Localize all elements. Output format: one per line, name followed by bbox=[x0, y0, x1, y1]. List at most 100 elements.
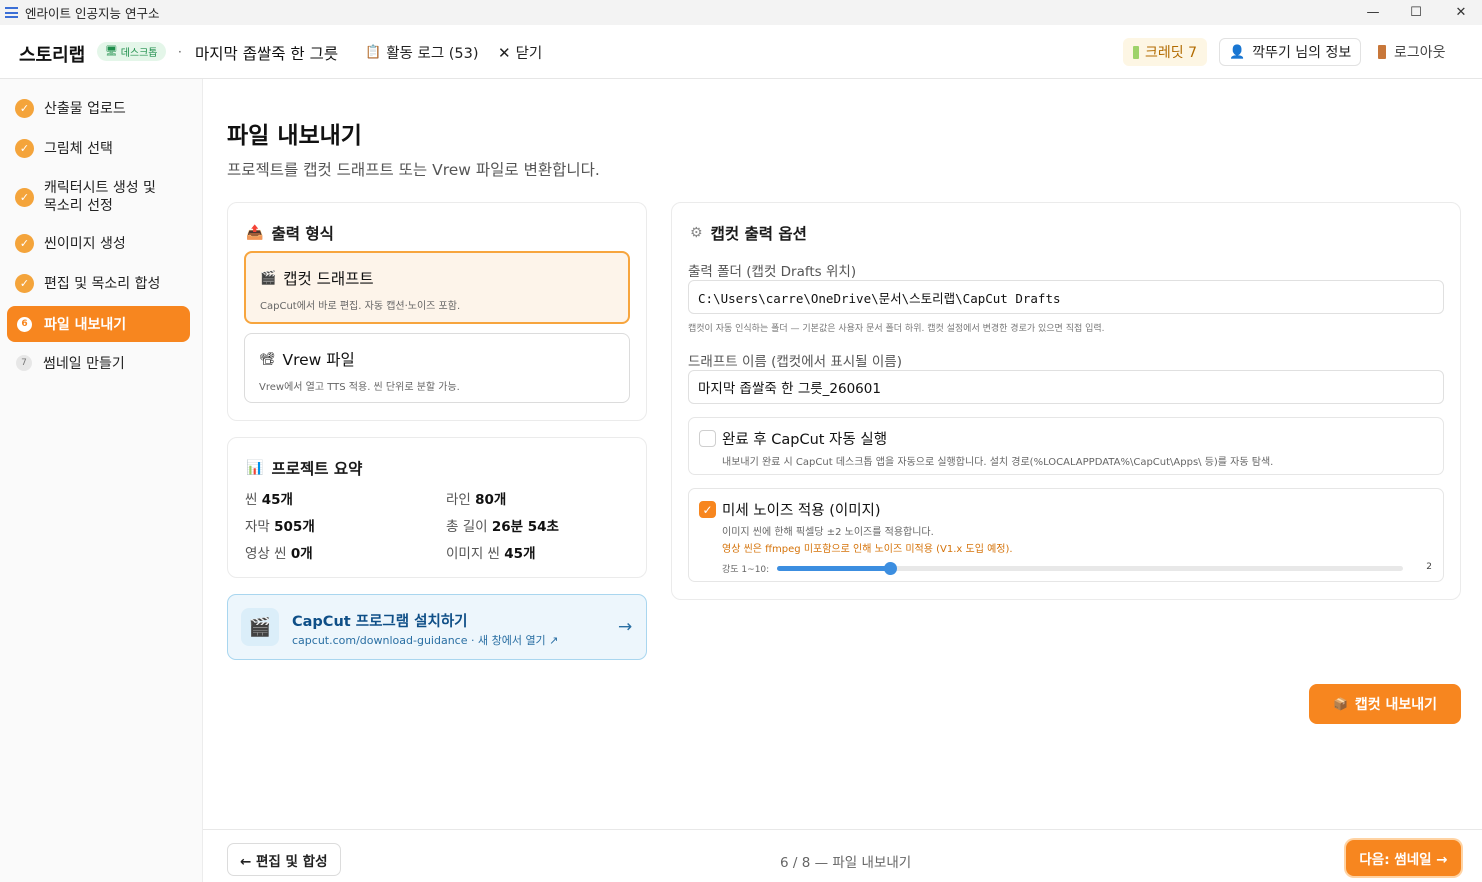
slider-track[interactable] bbox=[777, 562, 1403, 575]
output-folder-input[interactable]: C:\Users\carre\OneDrive\문서\스토리랩\CapCut D… bbox=[688, 280, 1444, 314]
project-name: 마지막 좁쌀죽 한 그릇 bbox=[195, 45, 339, 63]
summary-value: 45개 bbox=[504, 546, 536, 562]
draft-name-label: 드래프트 이름 (캡컷에서 표시될 이름) bbox=[688, 354, 902, 370]
app-icon bbox=[5, 7, 18, 18]
sidebar-item-label: 그림체 선택 bbox=[44, 141, 113, 157]
video-camera-icon: 📽 bbox=[259, 351, 276, 367]
summary-video-scenes: 영상 씬 0개 bbox=[245, 542, 313, 562]
step-indicator: 6 / 8 — 파일 내보내기 bbox=[780, 855, 912, 871]
project-summary-card: 📊 프로젝트 요약 씬 45개 라인 80개 자막 505개 총 길이 26분 5… bbox=[227, 437, 647, 578]
draft-name-input[interactable]: 마지막 좁쌀죽 한 그릇_260601 bbox=[688, 370, 1444, 404]
noise-title: 미세 노이즈 적용 (이미지) bbox=[722, 503, 881, 519]
window-titlebar: 엔라이트 인공지능 연구소 — ☐ ✕ bbox=[0, 0, 1482, 25]
sidebar-item-edit[interactable]: ✓ 편집 및 목소리 합성 bbox=[7, 272, 190, 294]
credit-badge[interactable]: 크레딧 7 bbox=[1123, 38, 1207, 66]
minimize-button[interactable]: — bbox=[1350, 0, 1396, 25]
output-format-title: 📤 출력 형식 bbox=[246, 222, 334, 244]
check-icon: ✓ bbox=[15, 187, 34, 207]
door-icon bbox=[1378, 45, 1386, 59]
summary-label: 자막 bbox=[245, 519, 270, 535]
app-header: 스토리랩 🖥 데스크톱 · 마지막 좁쌀죽 한 그릇 📋 활동 로그 (53) ✕ 닫… bbox=[0, 25, 1482, 79]
install-capcut-title: CapCut 프로그램 설치하기 bbox=[292, 614, 468, 630]
noise-checkbox[interactable]: ✓ bbox=[699, 501, 716, 518]
sidebar-item-label: 썸네일 만들기 bbox=[43, 356, 125, 372]
sidebar: ✓ 산출물 업로드 ✓ 그림체 선택 ✓ 캐릭터시트 생성 및 목소리 선정 ✓ 씬이미… bbox=[0, 79, 203, 882]
header-separator: · bbox=[178, 45, 182, 59]
activity-log-link[interactable]: 📋 활동 로그 (53) bbox=[365, 42, 479, 63]
capcut-export-label: 캡컷 내보내기 bbox=[1354, 697, 1438, 713]
folder-label: 출력 폴더 (캡컷 Drafts 위치) bbox=[688, 264, 857, 280]
sidebar-item-label: 편집 및 목소리 합성 bbox=[44, 276, 161, 292]
export-icon: 📤 bbox=[246, 225, 264, 241]
summary-value: 0개 bbox=[290, 546, 313, 562]
desktop-badge: 🖥 데스크톱 bbox=[97, 42, 166, 61]
capcut-options-card: ⚙ 캡컷 출력 옵션 출력 폴더 (캡컷 Drafts 위치) C:\Users\… bbox=[671, 202, 1461, 600]
sidebar-item-label: 캐릭터시트 생성 및 목소리 선정 bbox=[44, 180, 156, 214]
window-close-button[interactable]: ✕ bbox=[1438, 0, 1482, 25]
check-icon: ✓ bbox=[15, 233, 34, 253]
capcut-options-title-text: 캡컷 출력 옵션 bbox=[710, 225, 807, 243]
capcut-draft-label: 캡컷 드래프트 bbox=[283, 270, 374, 288]
autorun-checkbox[interactable] bbox=[699, 430, 716, 447]
noise-option: ✓ 미세 노이즈 적용 (이미지) 이미지 씬에 한해 픽셀당 ±2 노이즈를 … bbox=[688, 488, 1444, 582]
user-info-button[interactable]: 👤 깍뚜기 님의 정보 bbox=[1219, 38, 1362, 66]
output-format-title-text: 출력 형식 bbox=[271, 225, 334, 243]
gear-icon: ⚙ bbox=[690, 225, 703, 241]
sidebar-item-upload[interactable]: ✓ 산출물 업로드 bbox=[7, 97, 190, 119]
sidebar-item-character[interactable]: ✓ 캐릭터시트 생성 및 목소리 선정 bbox=[7, 177, 190, 217]
sidebar-item-style[interactable]: ✓ 그림체 선택 bbox=[7, 137, 190, 159]
vrew-file-desc: Vrew에서 열고 TTS 적용. 씬 단위로 분할 가능. bbox=[259, 382, 460, 393]
close-project-button[interactable]: ✕ 닫기 bbox=[498, 42, 542, 63]
summary-title: 📊 프로젝트 요약 bbox=[246, 457, 362, 479]
summary-image-scenes: 이미지 씬 45개 bbox=[446, 542, 536, 562]
user-icon: 👤 bbox=[1229, 44, 1246, 60]
slider-thumb[interactable] bbox=[884, 562, 897, 575]
back-button[interactable]: ← 편집 및 합성 bbox=[227, 843, 341, 876]
sidebar-item-label: 파일 내보내기 bbox=[44, 317, 127, 333]
capcut-options-title: ⚙ 캡컷 출력 옵션 bbox=[690, 222, 807, 244]
close-project-label: 닫기 bbox=[515, 46, 543, 62]
sidebar-item-label: 씬이미지 생성 bbox=[44, 236, 126, 252]
page-subtitle: 프로젝트를 캡컷 드래프트 또는 Vrew 파일로 변환합니다. bbox=[227, 161, 600, 179]
check-icon: ✓ bbox=[15, 98, 34, 118]
sidebar-item-label: 산출물 업로드 bbox=[44, 101, 126, 117]
noise-warning: 영상 씬은 ffmpeg 미포함으로 인해 노이즈 미적용 (V1.x 도입 예… bbox=[722, 544, 1013, 555]
sidebar-item-thumbnail[interactable]: 7 썸네일 만들기 bbox=[7, 352, 190, 374]
summary-label: 씬 bbox=[245, 492, 258, 508]
capcut-draft-option[interactable]: 🎬 캡컷 드래프트 CapCut에서 바로 편집. 자동 캡션·노이즈 포함. bbox=[244, 251, 630, 324]
summary-title-text: 프로젝트 요약 bbox=[271, 460, 363, 478]
clapperboard-icon: 🎬 bbox=[260, 270, 277, 286]
strength-value: 2 bbox=[1426, 562, 1432, 572]
vrew-file-title: 📽 Vrew 파일 bbox=[259, 348, 355, 370]
logout-label: 로그아웃 bbox=[1394, 45, 1446, 61]
arrow-right-icon: → bbox=[618, 617, 633, 637]
box-icon: 📦 bbox=[1332, 697, 1348, 711]
clipboard-icon: 📋 bbox=[365, 45, 382, 60]
check-icon: ✓ bbox=[15, 273, 34, 293]
brand-logo[interactable]: 스토리랩 bbox=[19, 41, 85, 67]
clapperboard-icon: 🎬 bbox=[241, 608, 279, 646]
install-capcut-card[interactable]: 🎬 CapCut 프로그램 설치하기 capcut.com/download-g… bbox=[227, 594, 647, 660]
autorun-title: 완료 후 CapCut 자동 실행 bbox=[722, 432, 888, 448]
step-number: 7 bbox=[16, 355, 32, 371]
main-content: 파일 내보내기 프로젝트를 캡컷 드래프트 또는 Vrew 파일로 변환합니다.… bbox=[203, 79, 1482, 882]
install-capcut-link: capcut.com/download-guidance · 새 창에서 열기 … bbox=[292, 634, 559, 647]
summary-value: 80개 bbox=[475, 492, 507, 508]
summary-lines: 라인 80개 bbox=[446, 488, 506, 508]
summary-label: 영상 씬 bbox=[245, 546, 287, 562]
noise-desc: 이미지 씬에 한해 픽셀당 ±2 노이즈를 적용합니다. bbox=[722, 527, 934, 538]
logout-button[interactable]: 로그아웃 bbox=[1378, 42, 1446, 62]
summary-duration: 총 길이 26분 54초 bbox=[446, 515, 559, 535]
vrew-file-option[interactable]: 📽 Vrew 파일 Vrew에서 열고 TTS 적용. 씬 단위로 분할 가능. bbox=[244, 333, 630, 403]
bar-chart-icon: 📊 bbox=[246, 460, 264, 476]
capcut-draft-desc: CapCut에서 바로 편집. 자동 캡션·노이즈 포함. bbox=[260, 301, 461, 312]
capcut-draft-title: 🎬 캡컷 드래프트 bbox=[260, 267, 374, 289]
maximize-button[interactable]: ☐ bbox=[1393, 0, 1439, 25]
window-title: 엔라이트 인공지능 연구소 bbox=[25, 6, 160, 21]
next-button[interactable]: 다음: 썸네일 → bbox=[1346, 840, 1461, 876]
sidebar-item-export[interactable]: 6 파일 내보내기 bbox=[7, 306, 190, 342]
footer-bar: ← 편집 및 합성 6 / 8 — 파일 내보내기 다음: 썸네일 → bbox=[203, 829, 1482, 882]
capcut-export-button[interactable]: 📦 캡컷 내보내기 bbox=[1309, 684, 1461, 724]
sidebar-item-scene-image[interactable]: ✓ 씬이미지 생성 bbox=[7, 232, 190, 254]
summary-subtitles: 자막 505개 bbox=[245, 515, 315, 535]
